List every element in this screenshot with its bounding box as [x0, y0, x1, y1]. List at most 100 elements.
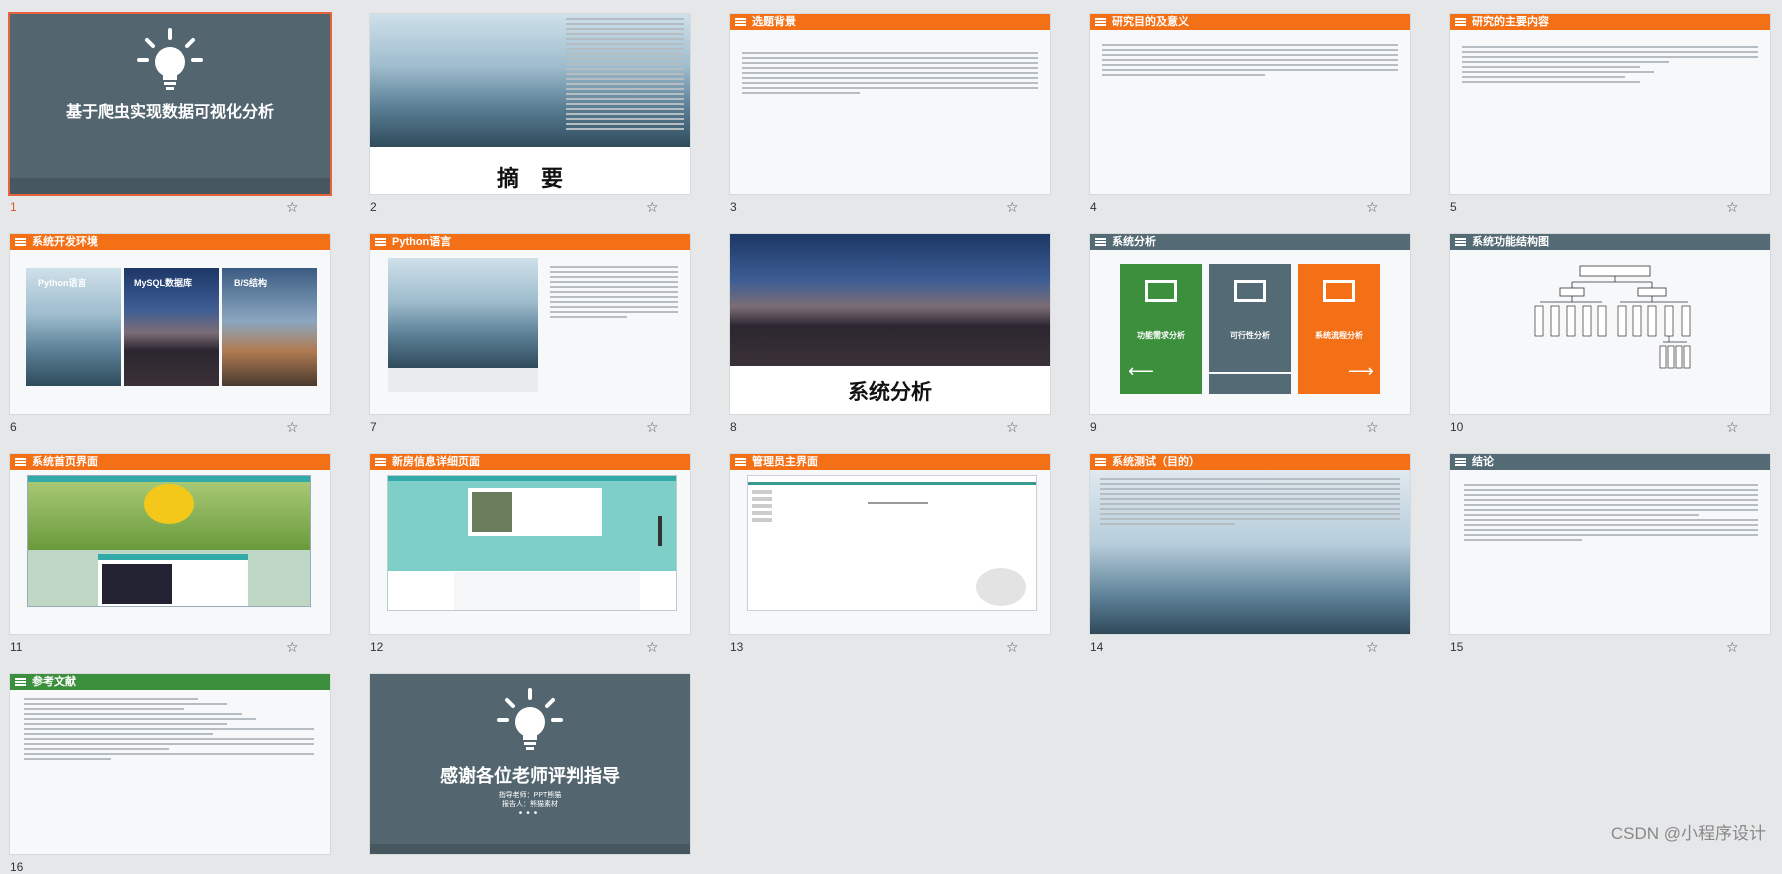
- slide-thumbnail-11[interactable]: 系统首页界面 11 ☆: [0, 440, 330, 655]
- chart-monitor-icon: [1234, 280, 1266, 302]
- slide-13-preview: 管理员主界面: [730, 454, 1050, 634]
- slide-4-title: 研究目的及意义: [1112, 16, 1189, 28]
- slide-number: 13: [730, 640, 744, 654]
- watermark-text: CSDN @小程序设计: [1610, 824, 1766, 843]
- lightbulb-icon: [137, 28, 203, 90]
- slide-6-title: 系统开发环境: [32, 236, 98, 248]
- body-text-lines: [566, 18, 684, 133]
- slide-thumbnail-13[interactable]: 管理员主界面 13 ☆: [720, 440, 1050, 655]
- star-icon[interactable]: ☆: [286, 199, 299, 216]
- star-icon[interactable]: ☆: [1726, 639, 1739, 656]
- slide-3-title: 选题背景: [752, 16, 796, 28]
- slide-9-preview: 系统分析 功能需求分析 ⟵ 可行性分析 系统流程分析 ⟶: [1090, 234, 1410, 414]
- homepage-screenshot: [28, 476, 310, 606]
- slide-5-title: 研究的主要内容: [1472, 16, 1549, 28]
- slide-header: 研究目的及意义: [1090, 14, 1410, 30]
- slide-header: Python语言: [370, 234, 690, 250]
- slide-thumbnail-5[interactable]: 研究的主要内容 5 ☆: [1440, 0, 1770, 215]
- menu-lines-icon: [375, 238, 386, 246]
- admin-screenshot: [748, 476, 1036, 610]
- slide-thumbnail-16[interactable]: 参考文献 16: [0, 660, 330, 874]
- slide-thumbnail-9[interactable]: 系统分析 功能需求分析 ⟵ 可行性分析 系统流程分析 ⟶ 9 ☆: [1080, 220, 1410, 435]
- star-icon[interactable]: ☆: [1366, 199, 1379, 216]
- menu-lines-icon: [1455, 458, 1466, 466]
- slide-16-preview: 参考文献: [10, 674, 330, 854]
- slide-7-preview: Python语言: [370, 234, 690, 414]
- slide-thumbnail-4[interactable]: 研究目的及意义 4 ☆: [1080, 0, 1410, 215]
- slide-thumbnail-12[interactable]: 新房信息详细页面 12 ☆: [360, 440, 690, 655]
- slide-number: 10: [1450, 420, 1464, 434]
- env-box-python: Python语言: [26, 268, 121, 386]
- slide-1-preview: 基于爬虫实现数据可视化分析: [10, 14, 330, 194]
- star-icon[interactable]: ☆: [286, 419, 299, 436]
- star-icon[interactable]: ☆: [1726, 419, 1739, 436]
- slide-2-title: 摘 要: [496, 166, 563, 191]
- slide-header: 管理员主界面: [730, 454, 1050, 470]
- box-label: B/S结构: [234, 278, 268, 288]
- star-icon[interactable]: ☆: [646, 419, 659, 436]
- slide-12-preview: 新房信息详细页面: [370, 454, 690, 634]
- house-photo: [472, 492, 512, 532]
- slide-thumbnail-17[interactable]: 感谢各位老师评判指导 指导老师：PPT熊猫 报告人：熊猫素材 •••: [360, 660, 690, 866]
- slide-thumbnail-7[interactable]: Python语言 7 ☆: [360, 220, 690, 435]
- env-box-mysql: MySQL数据库: [124, 268, 219, 386]
- body-text-lines: [550, 266, 678, 321]
- slide-thumbnail-15[interactable]: 结论 15 ☆: [1440, 440, 1770, 655]
- slide-sorter-grid: 基于爬虫实现数据可视化分析 1 ☆ 摘 要 2 ☆ 选题背景 3 ☆ 研究目的及…: [0, 0, 1782, 874]
- slide-number: 1: [10, 200, 17, 214]
- env-box-bs: B/S结构: [222, 268, 317, 386]
- slide-thumbnail-10[interactable]: 系统功能结构图 10 ☆: [1440, 220, 1770, 435]
- content-panel: [98, 554, 248, 606]
- slide-thumbnail-14[interactable]: 系统测试（目的） 14 ☆: [1080, 440, 1410, 655]
- slide-thumbnail-3[interactable]: 选题背景 3 ☆: [720, 0, 1050, 215]
- star-icon[interactable]: ☆: [646, 639, 659, 656]
- menu-lines-icon: [1095, 458, 1106, 466]
- detail-page-screenshot: [388, 476, 676, 610]
- slide-9-title: 系统分析: [1112, 236, 1156, 248]
- menu-lines-icon: [375, 458, 386, 466]
- box-label: 系统流程分析: [1315, 331, 1363, 340]
- arrow-left-icon: ⟵: [1128, 361, 1154, 381]
- body-text-lines: [1100, 478, 1400, 528]
- slide-header: 研究的主要内容: [1450, 14, 1770, 30]
- slide-thumbnail-6[interactable]: 系统开发环境 Python语言 MySQL数据库 B/S结构 6 ☆: [0, 220, 330, 435]
- slide-header: 新房信息详细页面: [370, 454, 690, 470]
- star-icon[interactable]: ☆: [1726, 199, 1739, 216]
- star-icon[interactable]: ☆: [1006, 419, 1019, 436]
- star-icon[interactable]: ☆: [1006, 199, 1019, 216]
- slide-thumbnail-1[interactable]: 基于爬虫实现数据可视化分析 1 ☆: [0, 0, 330, 215]
- structure-tree-diagram: [1534, 265, 1691, 369]
- image-caption-area: [388, 368, 538, 392]
- slide-thumbnail-2[interactable]: 摘 要 2 ☆: [360, 0, 690, 215]
- slide-number: 9: [1090, 420, 1097, 434]
- lightbulb-icon: [497, 688, 563, 750]
- menu-lines-icon: [15, 678, 26, 686]
- box-function-analysis: 功能需求分析 ⟵: [1120, 264, 1202, 394]
- slide-number: 5: [1450, 200, 1457, 214]
- star-icon[interactable]: ☆: [1006, 639, 1019, 656]
- star-icon[interactable]: ☆: [646, 199, 659, 216]
- slide-number: 11: [10, 640, 23, 654]
- footer-bar: [10, 178, 330, 194]
- slide-header: 结论: [1450, 454, 1770, 470]
- slide-7-title: Python语言: [392, 236, 452, 248]
- star-icon[interactable]: ☆: [286, 639, 299, 656]
- slide-header: 系统开发环境: [10, 234, 330, 250]
- slide-number: 4: [1090, 200, 1097, 214]
- slide-8-title: 系统分析: [848, 381, 932, 404]
- star-icon[interactable]: ☆: [1366, 639, 1379, 656]
- star-icon[interactable]: ☆: [1366, 419, 1379, 436]
- slide-number: 6: [10, 420, 17, 434]
- menu-lines-icon: [735, 458, 746, 466]
- slide-number: 7: [370, 420, 377, 434]
- smiley-ball-icon: [144, 484, 194, 524]
- slide-number: 8: [730, 420, 737, 434]
- menu-lines-icon: [15, 238, 26, 246]
- slide-thumbnail-8[interactable]: 系统分析 8 ☆: [720, 220, 1050, 435]
- body-text-lines: [1102, 44, 1398, 79]
- slide-number: 16: [10, 860, 24, 874]
- slide-number: 3: [730, 200, 737, 214]
- slide-header: 参考文献: [10, 674, 330, 690]
- city-night-image: [730, 234, 1050, 366]
- slide-12-title: 新房信息详细页面: [392, 456, 480, 468]
